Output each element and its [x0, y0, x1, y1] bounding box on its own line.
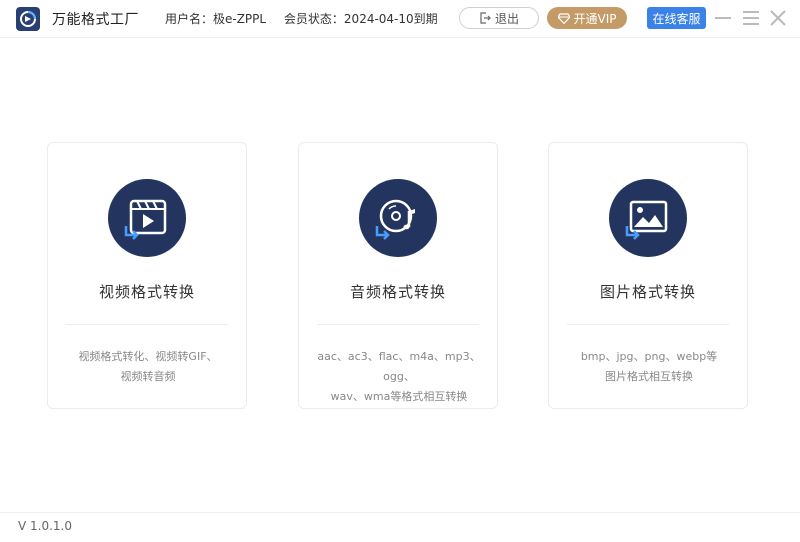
card-description: aac、ac3、flac、m4a、mp3、ogg、 wav、wma等格式相互转换	[317, 350, 481, 403]
audio-convert-card[interactable]: 音频格式转换 aac、ac3、flac、m4a、mp3、ogg、 wav、wma…	[298, 142, 498, 409]
app-title: 万能格式工厂	[52, 12, 139, 28]
audio-convert-icon	[359, 179, 437, 257]
card-title: 图片格式转换	[599, 283, 696, 301]
member-status-label: 会员状态：2024-04-10到期	[283, 12, 438, 26]
card-divider	[317, 324, 479, 325]
logout-label: 退出	[494, 11, 519, 26]
card-title: 视频格式转换	[98, 283, 195, 301]
minimize-icon[interactable]	[712, 7, 734, 29]
footer-divider	[0, 512, 800, 513]
image-convert-card[interactable]: 图片格式转换 bmp、jpg、png、webp等 图片格式相互转换	[548, 142, 748, 409]
close-icon[interactable]	[767, 7, 789, 29]
image-convert-icon	[609, 179, 687, 257]
title-bar: 万能格式工厂 用户名：极e-ZPPL 会员状态：2024-04-10到期 退出 …	[0, 0, 800, 38]
user-info: 用户名：极e-ZPPL 会员状态：2024-04-10到期	[165, 10, 452, 27]
menu-icon[interactable]	[740, 7, 762, 29]
card-divider	[567, 324, 729, 325]
app-logo-icon	[16, 7, 40, 31]
logout-button[interactable]: 退出	[459, 7, 539, 29]
online-service-button[interactable]: 在线客服	[647, 7, 706, 29]
card-description: bmp、jpg、png、webp等 图片格式相互转换	[580, 350, 718, 383]
card-description: 视频格式转化、视频转GIF、 视频转音频	[78, 350, 218, 383]
video-convert-card[interactable]: 视频格式转换 视频格式转化、视频转GIF、 视频转音频	[47, 142, 247, 409]
version-label: V 1.0.1.0	[18, 519, 73, 533]
vip-label: 开通VIP	[573, 11, 617, 26]
open-vip-button[interactable]: 开通VIP	[547, 7, 627, 29]
card-divider	[66, 324, 228, 325]
video-convert-icon	[108, 179, 186, 257]
logout-icon	[480, 12, 491, 24]
username-label: 用户名：极e-ZPPL	[165, 12, 267, 26]
card-title: 音频格式转换	[349, 283, 446, 301]
diamond-icon	[557, 12, 570, 24]
